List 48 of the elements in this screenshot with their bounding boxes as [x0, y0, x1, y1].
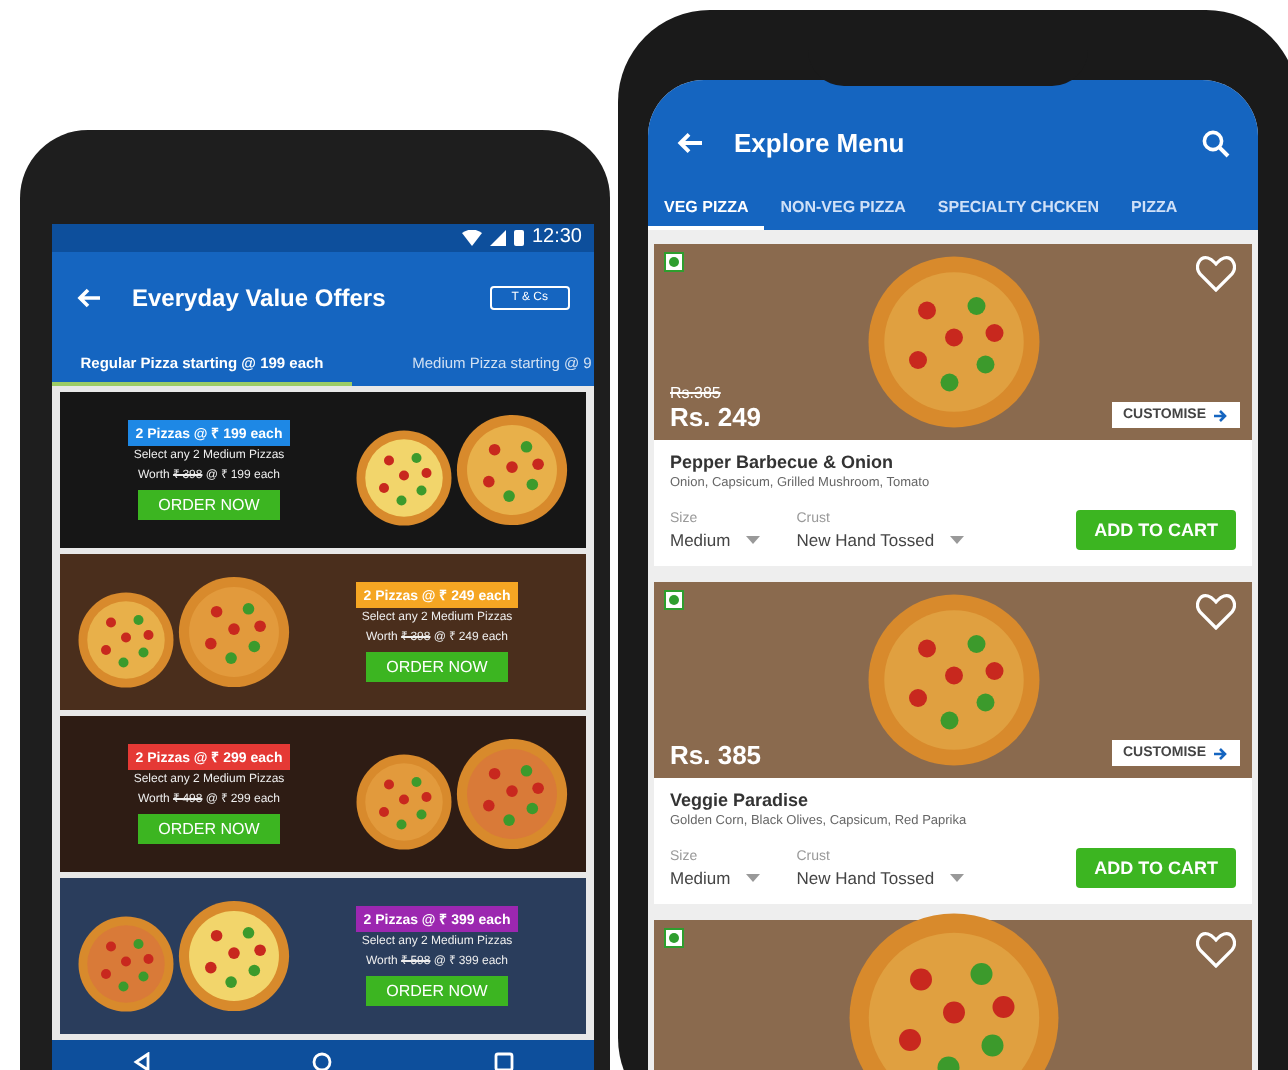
price: Rs. 385	[670, 740, 762, 770]
back-arrow-icon[interactable]	[676, 132, 702, 155]
size-dropdown[interactable]: Medium	[670, 868, 761, 888]
order-now-button[interactable]: ORDER NOW	[138, 490, 280, 521]
size-dropdown[interactable]: Medium	[670, 530, 761, 550]
pizza-drawing	[176, 898, 292, 1015]
crust-dropdown[interactable]: New Hand Tossed	[796, 530, 965, 550]
original-price: Rs.385	[670, 384, 723, 402]
dropdown-caret-icon	[746, 536, 761, 544]
pizza-drawing	[76, 590, 176, 691]
product-name: Veggie Paradise	[670, 790, 811, 810]
pizza-drawing	[76, 914, 176, 1015]
pizza-drawing	[354, 428, 454, 529]
arrow-icon	[1214, 409, 1228, 421]
product-name: Pepper Barbecue & Onion	[670, 452, 896, 472]
search-icon[interactable]	[1202, 129, 1230, 158]
wifi-icon	[461, 229, 482, 246]
home-icon[interactable]	[312, 1052, 333, 1070]
crust-dropdown[interactable]: New Hand Tossed	[796, 868, 965, 888]
add-to-cart-button[interactable]: ADD TO CART	[1076, 848, 1236, 888]
screen-title: Explore Menu	[734, 128, 907, 159]
pizza-drawing	[176, 574, 292, 691]
recents-icon[interactable]	[493, 1052, 514, 1070]
pizza-drawing	[454, 412, 570, 529]
pizza-drawing	[454, 736, 570, 853]
back-icon[interactable]	[132, 1052, 153, 1070]
dropdown-caret-icon	[950, 536, 965, 544]
status-time: 12:30	[531, 226, 582, 249]
back-arrow-icon[interactable]	[76, 287, 100, 308]
price: Rs. 249	[670, 402, 762, 432]
dropdown-caret-icon	[950, 874, 965, 882]
heart-icon[interactable]	[1196, 932, 1236, 968]
screen-title: Everyday Value Offers	[132, 283, 388, 312]
signal-icon	[489, 229, 506, 246]
add-to-cart-button[interactable]: ADD TO CART	[1076, 510, 1236, 550]
order-now-button[interactable]: ORDER NOW	[366, 976, 508, 1007]
order-now-button[interactable]: ORDER NOW	[366, 652, 508, 683]
category-tab[interactable]: VEG PIZZA	[648, 186, 765, 230]
arrow-icon	[1214, 747, 1228, 759]
category-tab[interactable]: PIZZA	[1115, 186, 1194, 230]
dropdown-caret-icon	[746, 874, 761, 882]
category-tab[interactable]: SPECIALTY CHCKEN	[921, 186, 1116, 230]
pizza-drawing	[354, 752, 454, 853]
order-now-button[interactable]: ORDER NOW	[138, 814, 280, 845]
category-tab[interactable]: NON-VEG PIZZA	[764, 186, 922, 230]
heart-icon[interactable]	[1196, 594, 1236, 630]
battery-icon	[513, 229, 524, 246]
heart-icon[interactable]	[1196, 256, 1236, 292]
